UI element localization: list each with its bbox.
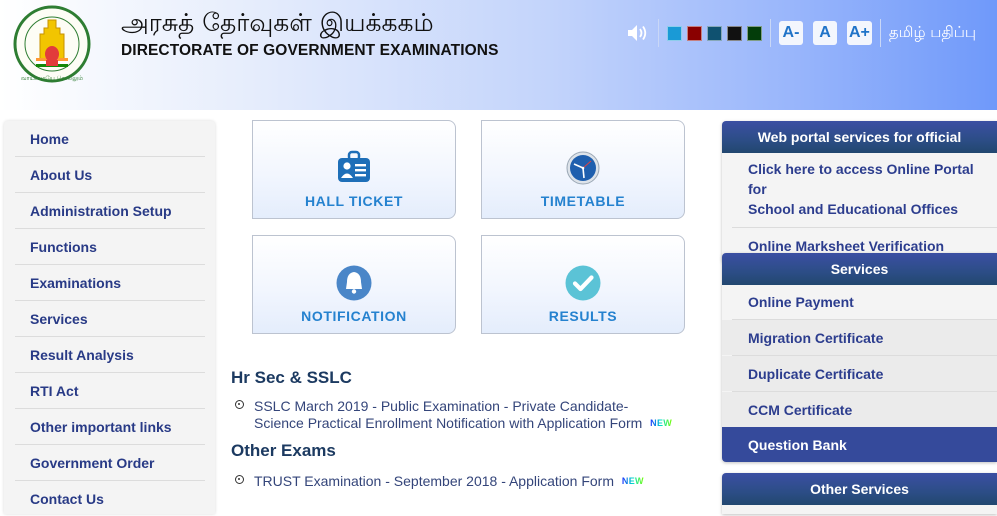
online-portal-link-line1: Click here to access Online Portal for [748,161,974,197]
site-title-english: DIRECTORATE OF GOVERNMENT EXAMINATIONS [121,42,499,59]
section-heading-other-exams: Other Exams [231,441,336,460]
web-portal-panel-title: Web portal services for official [722,121,997,153]
announcement-text-line1: SSLC March 2019 - Public Examination - P… [254,398,629,414]
nav-item-rti-act[interactable]: RTI Act [15,373,205,409]
web-portal-panel: Web portal services for official Click h… [722,121,997,263]
announcements-section: Hr Sec & SSLC SSLC March 2019 - Public E… [231,368,701,499]
tamilnadu-emblem-icon[interactable]: வாய்மையே வெல்லும் [12,4,92,88]
clock-icon [565,150,601,186]
theme-color-black[interactable] [727,25,742,41]
left-navigation: Home About Us Administration Setup Funct… [4,121,215,514]
services-panel: Services Online Payment Migration Certif… [722,253,997,462]
language-toggle-link[interactable]: தமிழ் பதிப்பு [889,23,976,43]
nav-item-result-analysis[interactable]: Result Analysis [15,337,205,373]
font-increase-button[interactable]: A+ [847,21,872,45]
results-label: RESULTS [548,308,618,324]
announcement-text-line1: TRUST Examination - September 2018 - App… [254,473,615,489]
results-tile[interactable]: RESULTS [481,235,685,334]
other-services-panel-title: Other Services [722,473,997,505]
nav-item-home[interactable]: Home [15,121,205,157]
nav-item-examinations[interactable]: Examinations [15,265,205,301]
new-badge-icon: NEW [650,418,673,428]
theme-color-teal[interactable] [707,25,722,41]
toolbar-divider [879,19,881,47]
id-card-icon [336,150,372,186]
notification-tile[interactable]: NOTIFICATION [252,235,456,334]
toolbar-divider [770,19,771,47]
online-portal-link-line2: School and Educational Offices [748,201,959,217]
ccm-certificate-link[interactable]: CCM Certificate [722,392,997,427]
other-services-panel: Other Services [722,473,997,514]
svg-text:வாய்மையே வெல்லும்: வாய்மையே வெல்லும் [21,75,83,82]
nav-item-functions[interactable]: Functions [15,229,205,265]
online-portal-link[interactable]: Click here to access Online Portal for S… [722,153,997,227]
announcement-text-line2: Science Practical Enrollment Notificatio… [254,415,643,431]
theme-color-green[interactable] [747,25,762,41]
nav-item-services[interactable]: Services [15,301,205,337]
timetable-tile[interactable]: TIMETABLE [481,120,685,219]
timetable-label: TIMETABLE [540,193,626,209]
site-title-tamil: அரசுத் தேர்வுகள் இயக்ககம் [121,8,434,37]
question-bank-link[interactable]: Question Bank [722,427,997,462]
site-header: வாய்மையே வெல்லும் அரசுத் தேர்வுகள் இயக்க… [0,0,997,110]
hall-ticket-label: HALL TICKET [304,193,404,209]
hall-ticket-tile[interactable]: HALL TICKET [252,120,456,219]
announcement-item[interactable]: TRUST Examination - September 2018 - App… [235,473,701,490]
notification-label: NOTIFICATION [301,308,407,324]
accessibility-toolbar: A- A A+ தமிழ் பதிப்பு [626,19,976,47]
services-panel-title: Services [722,253,997,285]
nav-item-administration-setup[interactable]: Administration Setup [15,193,205,229]
duplicate-certificate-link[interactable]: Duplicate Certificate [722,356,997,391]
migration-certificate-link[interactable]: Migration Certificate [722,320,997,355]
nav-item-contact-us[interactable]: Contact Us [15,481,205,516]
nav-item-government-order[interactable]: Government Order [15,445,205,481]
font-normal-button[interactable]: A [813,21,837,45]
new-badge-icon: NEW [621,476,644,486]
theme-color-red[interactable] [687,25,702,41]
nav-item-other-important-links[interactable]: Other important links [15,409,205,445]
theme-color-blue[interactable] [667,25,682,41]
bell-icon [336,265,372,301]
checkmark-icon [565,265,601,301]
radio-bullet-icon [235,400,244,409]
section-heading-hr-sec-sslc: Hr Sec & SSLC [231,368,352,387]
speaker-icon[interactable] [626,21,650,45]
font-decrease-button[interactable]: A- [779,21,803,45]
nav-item-about-us[interactable]: About Us [15,157,205,193]
toolbar-divider [658,19,659,47]
announcement-item[interactable]: SSLC March 2019 - Public Examination - P… [235,398,701,432]
radio-bullet-icon [235,475,244,484]
online-payment-link[interactable]: Online Payment [722,285,997,319]
